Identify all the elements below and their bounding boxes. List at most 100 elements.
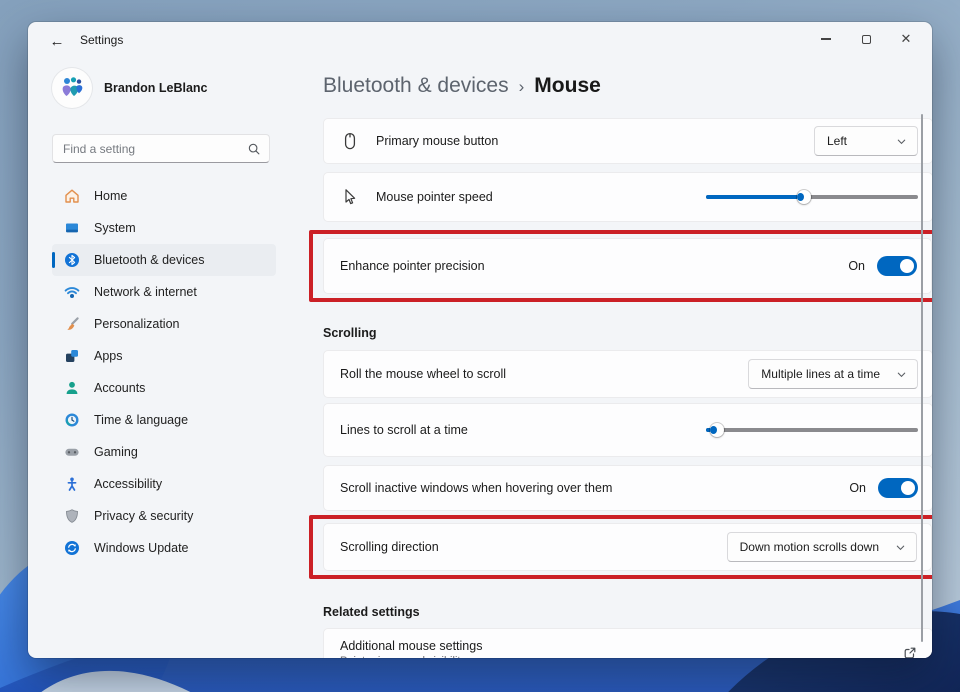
sidebar-item-time-language[interactable]: Time & language bbox=[52, 404, 276, 436]
shield-icon bbox=[64, 508, 80, 524]
enhance-pointer-precision-section: Enhance pointer precision On bbox=[309, 230, 932, 304]
setting-label: Mouse pointer speed bbox=[376, 190, 493, 204]
setting-label: Roll the mouse wheel to scroll bbox=[340, 367, 507, 381]
search-input[interactable] bbox=[63, 141, 247, 156]
setting-description: Pointer icons and visibility bbox=[340, 655, 482, 658]
sidebar-item-label: Network & internet bbox=[94, 285, 197, 299]
sidebar: Brandon LeBlanc Home bbox=[28, 58, 290, 658]
scrollbar[interactable] bbox=[920, 114, 923, 642]
windows-update-icon bbox=[64, 540, 80, 556]
avatar bbox=[52, 68, 92, 108]
scrolling-direction-card: Scrolling direction Down motion scrolls … bbox=[323, 523, 932, 571]
primary-mouse-button-dropdown[interactable]: Left bbox=[814, 126, 918, 156]
back-button[interactable]: ← bbox=[44, 30, 70, 52]
page-title: Mouse bbox=[534, 74, 601, 97]
personalization-icon bbox=[64, 316, 80, 332]
setting-label: Enhance pointer precision bbox=[340, 259, 485, 273]
external-link-icon[interactable] bbox=[902, 645, 918, 658]
mouse-pointer-speed-slider[interactable] bbox=[706, 187, 918, 207]
mouse-pointer-speed-card: Mouse pointer speed bbox=[323, 172, 932, 222]
section-header-scrolling: Scrolling bbox=[323, 326, 377, 340]
breadcrumb-separator-icon: › bbox=[518, 77, 525, 96]
window-title: Settings bbox=[80, 33, 124, 47]
sidebar-item-windows-update[interactable]: Windows Update bbox=[52, 532, 276, 564]
dropdown-value: Left bbox=[827, 134, 848, 148]
sidebar-item-label: Time & language bbox=[94, 413, 189, 427]
lines-to-scroll-slider[interactable] bbox=[706, 420, 918, 440]
section-header-related: Related settings bbox=[323, 605, 420, 619]
sidebar-item-accessibility[interactable]: Accessibility bbox=[52, 468, 276, 500]
slider-thumb[interactable] bbox=[709, 423, 724, 437]
sidebar-item-label: System bbox=[94, 221, 136, 235]
sidebar-item-accounts[interactable]: Accounts bbox=[52, 372, 276, 404]
slider-track[interactable] bbox=[706, 428, 918, 432]
settings-window: ← Settings ✕ Brandon LeBlanc Find a sett… bbox=[28, 22, 932, 658]
roll-wheel-dropdown[interactable]: Multiple lines at a time bbox=[748, 359, 918, 389]
bluetooth-icon bbox=[64, 252, 80, 268]
family-avatar-icon bbox=[62, 77, 83, 96]
toggle-knob bbox=[901, 481, 915, 495]
search-box[interactable] bbox=[52, 134, 270, 163]
mouse-icon bbox=[344, 132, 356, 150]
home-icon bbox=[64, 188, 80, 204]
enhance-pointer-precision-toggle[interactable] bbox=[877, 256, 917, 276]
sidebar-item-label: Windows Update bbox=[94, 541, 189, 555]
scroll-inactive-windows-card: Scroll inactive windows when hovering ov… bbox=[323, 465, 932, 511]
minimize-icon bbox=[821, 38, 831, 40]
setting-label: Scrolling direction bbox=[340, 540, 439, 554]
apps-icon bbox=[64, 348, 80, 364]
dropdown-value: Multiple lines at a time bbox=[761, 367, 880, 381]
chevron-down-icon bbox=[896, 545, 905, 550]
breadcrumb-parent[interactable]: Bluetooth & devices bbox=[323, 74, 509, 98]
setting-label: Additional mouse settings bbox=[340, 639, 483, 653]
back-arrow-icon: ← bbox=[49, 32, 65, 50]
additional-mouse-settings-card[interactable]: Additional mouse settings Pointer icons … bbox=[323, 628, 932, 658]
sidebar-item-bluetooth-devices[interactable]: Bluetooth & devices bbox=[52, 244, 276, 276]
scroll-inactive-windows-toggle[interactable] bbox=[878, 478, 918, 498]
minimize-button[interactable] bbox=[806, 22, 846, 56]
sidebar-item-label: Personalization bbox=[94, 317, 180, 331]
time-language-icon bbox=[64, 412, 80, 428]
sidebar-item-network-internet[interactable]: Network & internet bbox=[52, 276, 276, 308]
roll-wheel-card: Roll the mouse wheel to scroll Multiple … bbox=[323, 350, 932, 398]
chevron-down-icon bbox=[897, 372, 906, 377]
breadcrumb: Bluetooth & devices › Mouse bbox=[323, 74, 601, 98]
scrolling-direction-section: Scrolling direction Down motion scrolls … bbox=[309, 515, 932, 581]
scrolling-direction-dropdown[interactable]: Down motion scrolls down bbox=[726, 532, 917, 562]
system-icon bbox=[64, 220, 80, 236]
close-button[interactable]: ✕ bbox=[886, 22, 926, 56]
sidebar-item-label: Accessibility bbox=[94, 477, 163, 491]
sidebar-item-gaming[interactable]: Gaming bbox=[52, 436, 276, 468]
toggle-state-label: On bbox=[849, 481, 866, 495]
accessibility-icon bbox=[64, 476, 80, 492]
sidebar-item-privacy-security[interactable]: Privacy & security bbox=[52, 500, 276, 532]
network-icon bbox=[64, 284, 80, 300]
sidebar-item-personalization[interactable]: Personalization bbox=[52, 308, 276, 340]
maximize-button[interactable] bbox=[846, 22, 886, 56]
close-icon: ✕ bbox=[900, 31, 912, 46]
account-row[interactable]: Brandon LeBlanc bbox=[52, 68, 208, 108]
sidebar-item-label: Accounts bbox=[94, 381, 146, 395]
selected-indicator bbox=[52, 252, 55, 268]
chevron-down-icon bbox=[897, 139, 906, 144]
sidebar-nav: Home System Bluetooth & devices Network … bbox=[40, 180, 276, 564]
gaming-icon bbox=[64, 444, 80, 460]
accounts-icon bbox=[64, 380, 80, 396]
toggle-knob bbox=[900, 259, 914, 273]
dropdown-value: Down motion scrolls down bbox=[739, 540, 879, 554]
enhance-pointer-precision-card: Enhance pointer precision On bbox=[323, 238, 932, 294]
sidebar-item-apps[interactable]: Apps bbox=[52, 340, 276, 372]
user-name: Brandon LeBlanc bbox=[104, 81, 208, 95]
slider-thumb[interactable] bbox=[796, 190, 811, 204]
cursor-icon bbox=[345, 189, 356, 205]
lines-to-scroll-card: Lines to scroll at a time bbox=[323, 403, 932, 457]
sidebar-item-label: Home bbox=[94, 189, 128, 203]
setting-label: Scroll inactive windows when hovering ov… bbox=[340, 481, 613, 495]
sidebar-item-label: Gaming bbox=[94, 445, 138, 459]
sidebar-item-home[interactable]: Home bbox=[52, 180, 276, 212]
search-icon bbox=[248, 143, 260, 154]
setting-label: Lines to scroll at a time bbox=[340, 423, 468, 437]
sidebar-item-system[interactable]: System bbox=[52, 212, 276, 244]
main-pane: Bluetooth & devices › Mouse Primary mous… bbox=[290, 58, 932, 658]
desktop: ← Settings ✕ Brandon LeBlanc Find a sett… bbox=[0, 0, 960, 692]
